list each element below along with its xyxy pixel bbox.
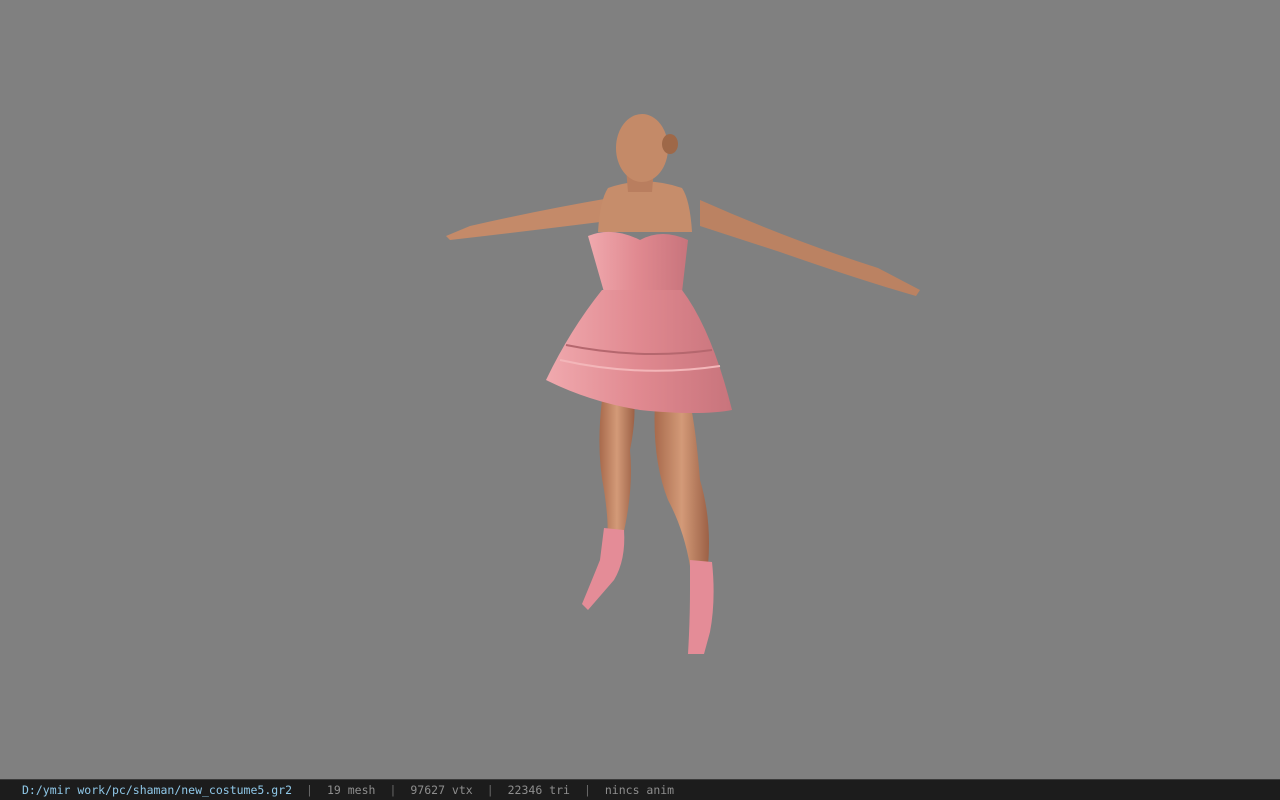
file-path: D:/ymir work/pc/shaman/new_costume5.gr2 <box>22 783 293 797</box>
separator: | <box>389 783 397 797</box>
right-arm <box>700 200 920 296</box>
separator: | <box>583 783 591 797</box>
left-boot <box>582 528 625 610</box>
animation-status: nincs anim <box>604 783 675 797</box>
left-arm <box>446 198 610 240</box>
status-bar: D:/ymir work/pc/shaman/new_costume5.gr2 … <box>0 779 1280 800</box>
right-boot <box>688 560 714 654</box>
triangle-count: 22346 tri <box>507 783 570 797</box>
3d-viewport[interactable] <box>0 0 1280 779</box>
left-leg <box>599 400 635 540</box>
separator: | <box>306 783 313 797</box>
right-leg <box>654 402 709 566</box>
separator: | <box>486 783 494 797</box>
mesh-count: 19 mesh <box>326 783 376 797</box>
head <box>616 114 668 182</box>
dress-bodice <box>588 231 688 292</box>
vertex-count: 97627 vtx <box>410 783 473 797</box>
character-model <box>446 114 920 654</box>
